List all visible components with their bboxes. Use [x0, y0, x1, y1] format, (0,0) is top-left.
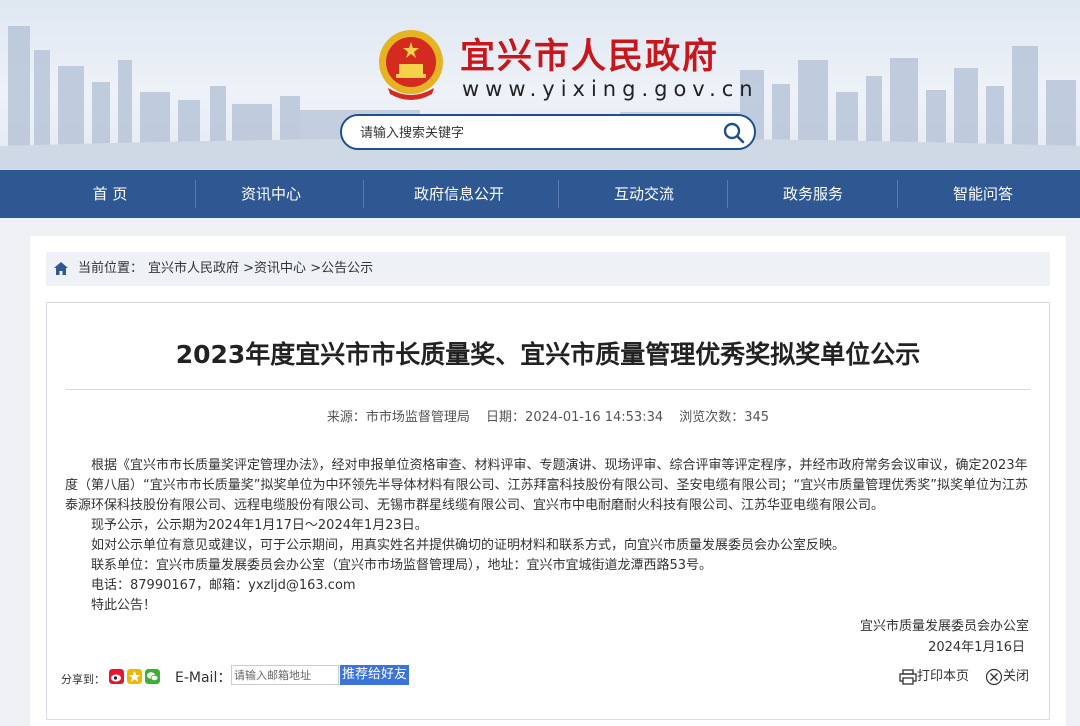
breadcrumb-link-news[interactable]: >资讯中心 — [243, 261, 306, 276]
site-title: 宜兴市人民政府 — [460, 36, 720, 77]
print-label: 打印本页 — [917, 669, 970, 684]
article-source: 来源：市市场监督管理局 — [326, 410, 470, 425]
nav-item-interaction[interactable]: 互动交流 — [559, 170, 729, 218]
main-nav: 首 页 资讯中心 政府信息公开 互动交流 政务服务 智能问答 — [0, 170, 1080, 218]
wechat-icon[interactable] — [145, 669, 160, 684]
article-meta: 来源：市市场监督管理局 日期：2024-01-16 14:53:34 浏览次数：… — [47, 406, 1049, 425]
qzone-icon[interactable] — [127, 669, 142, 684]
national-emblem-icon — [379, 30, 443, 100]
site-url: www.yixing.gov.cn — [462, 77, 759, 101]
article: 2023年度宜兴市市长质量奖、宜兴市质量管理优秀奖拟奖单位公示 来源：市市场监督… — [46, 302, 1050, 720]
email-input[interactable] — [231, 665, 339, 685]
article-title: 2023年度宜兴市市长质量奖、宜兴市质量管理优秀奖拟奖单位公示 — [175, 340, 921, 369]
content-panel: 当前位置： 宜兴市人民政府 >资讯中心 >公告公示 2023年度宜兴市市长质量奖… — [30, 236, 1066, 726]
site-header: 宜兴市人民政府 www.yixing.gov.cn — [0, 0, 1080, 170]
home-icon — [54, 262, 68, 275]
recommend-button[interactable]: 推荐给好友 — [340, 665, 410, 685]
printer-icon — [899, 668, 917, 685]
search-input[interactable] — [360, 122, 700, 144]
close-label: 关闭 — [1003, 669, 1030, 684]
search-box — [340, 114, 756, 150]
article-paragraph: 根据《宜兴市市长质量奖评定管理办法》，经对申报单位资格审查、材料评审、专题演讲、… — [65, 458, 1028, 513]
breadcrumb-link-home[interactable]: 宜兴市人民政府 — [148, 261, 239, 276]
nav-item-gov-info[interactable]: 政府信息公开 — [364, 170, 554, 218]
article-paragraph: 现予公示，公示期为2024年1月17日～2024年1月23日。 — [91, 518, 428, 533]
article-body: 根据《宜兴市市长质量奖评定管理办法》，经对申报单位资格审查、材料评审、专题演讲、… — [65, 456, 1031, 616]
print-button[interactable]: 打印本页 — [899, 665, 969, 685]
share-bar: 分享到： E-Mail： 推荐给好友 — [47, 663, 1049, 693]
weibo-icon[interactable] — [109, 669, 124, 684]
signature-date: 2024年1月16日 — [928, 640, 1025, 655]
title-divider — [65, 389, 1031, 390]
signature-org: 宜兴市质量发展委员会办公室 — [859, 619, 1029, 634]
nav-item-smart-qa[interactable]: 智能问答 — [898, 170, 1068, 218]
close-icon — [985, 668, 1003, 685]
share-label: 分享到： — [61, 673, 105, 686]
email-label: E-Mail： — [175, 670, 232, 686]
breadcrumb-label: 当前位置： — [78, 261, 144, 276]
breadcrumb: 当前位置： 宜兴市人民政府 >资讯中心 >公告公示 — [46, 252, 1050, 286]
article-paragraph: 如对公示单位有意见或建议，可于公示期间，用真实姓名并提供确切的证明材料和联系方式… — [91, 538, 846, 553]
article-views: 浏览次数：345 — [679, 410, 770, 425]
breadcrumb-path: 宜兴市人民政府 >资讯中心 >公告公示 — [148, 252, 373, 286]
article-paragraph: 特此公告！ — [91, 598, 157, 613]
search-icon[interactable] — [722, 121, 746, 145]
article-paragraph: 电话：87990167，邮箱：yxzljd@163.com — [91, 578, 356, 593]
nav-item-news[interactable]: 资讯中心 — [196, 170, 346, 218]
breadcrumb-link-notices[interactable]: >公告公示 — [310, 261, 373, 276]
close-button[interactable]: 关闭 — [985, 665, 1029, 686]
article-date: 日期：2024-01-16 14:53:34 — [486, 410, 664, 425]
nav-item-services[interactable]: 政务服务 — [728, 170, 898, 218]
nav-item-home[interactable]: 首 页 — [40, 170, 180, 218]
article-paragraph: 联系单位：宜兴市质量发展委员会办公室（宜兴市市场监督管理局），地址：宜兴市宜城街… — [91, 558, 713, 573]
